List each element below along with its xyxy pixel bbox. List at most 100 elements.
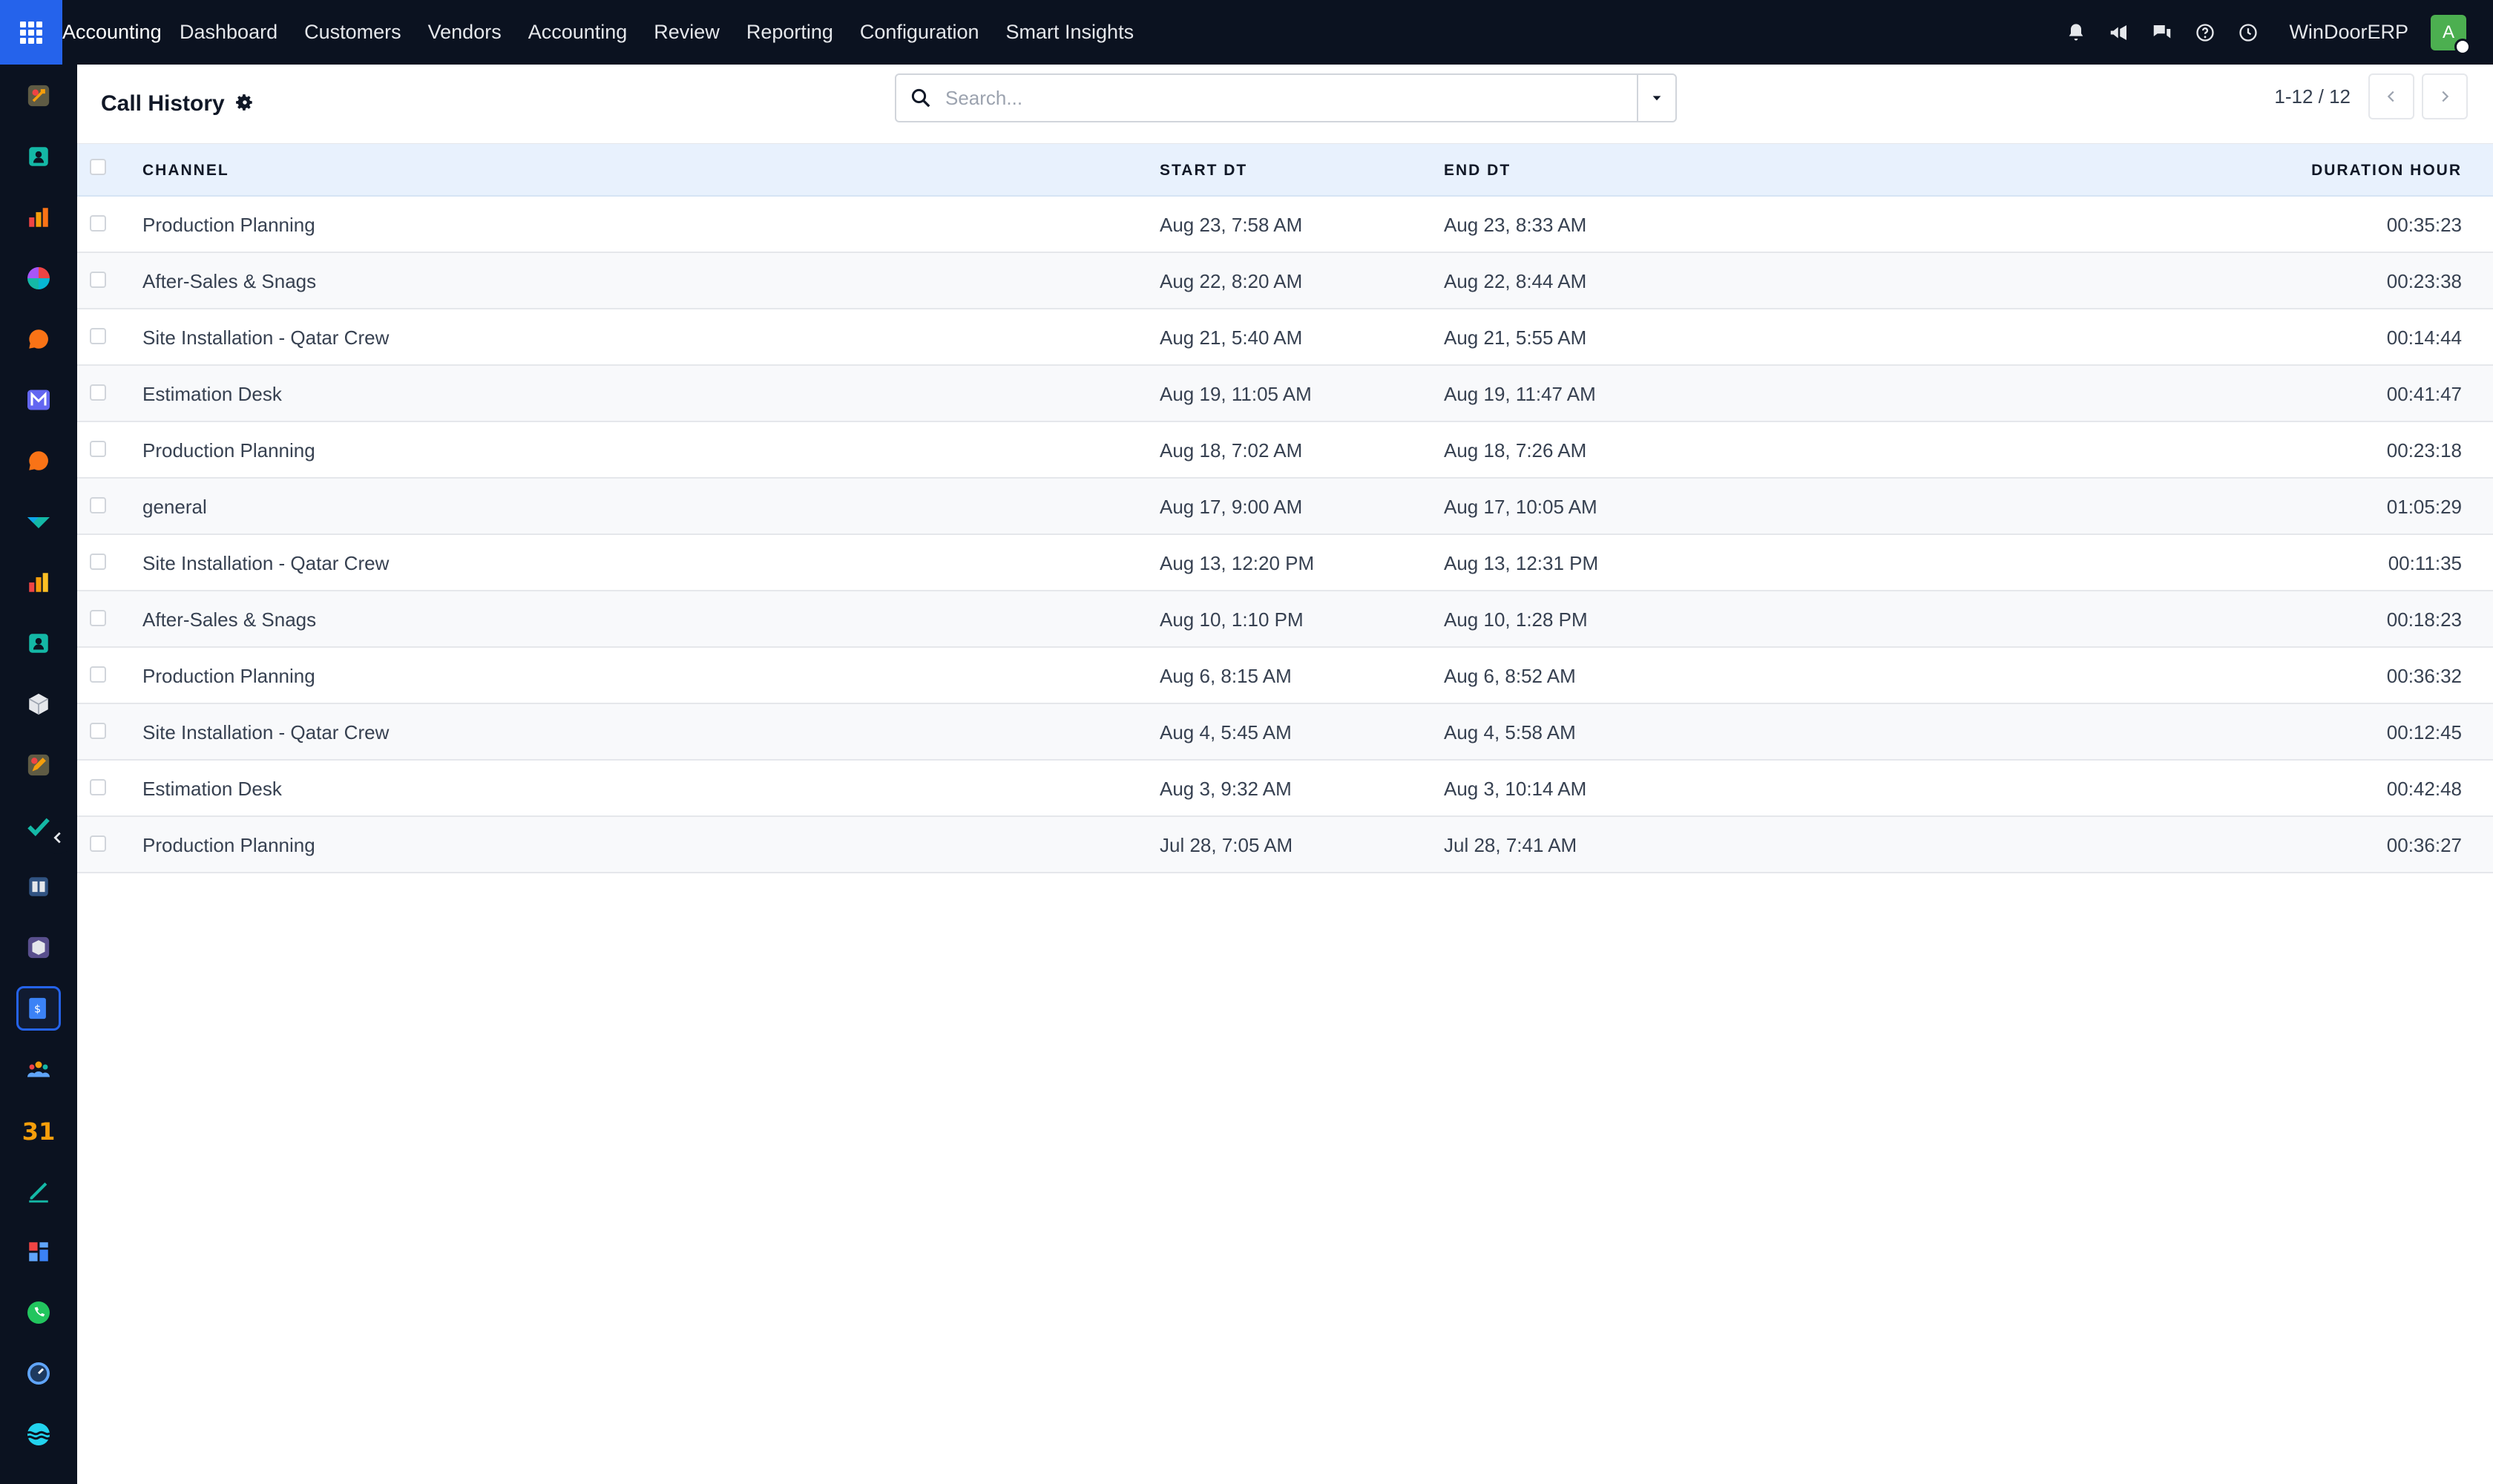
apps-menu-button[interactable] [0, 0, 62, 65]
menu-item-reporting[interactable]: Reporting [746, 21, 833, 44]
table-row[interactable]: Site Installation - Qatar Crew Aug 21, 5:… [77, 309, 2493, 366]
sidebar-app-21[interactable] [16, 1290, 61, 1335]
search-input[interactable] [945, 76, 1637, 120]
company-switcher[interactable]: WinDoorERP [2289, 21, 2408, 44]
table-row[interactable]: Production Planning Aug 18, 7:02 AM Aug 18… [77, 422, 2493, 479]
row-checkbox[interactable] [90, 328, 106, 344]
table-row[interactable]: general Aug 17, 9:00 AM Aug 17, 10:05 AM 01… [77, 479, 2493, 535]
sidebar-app-5[interactable] [16, 317, 61, 361]
cell-start-dt: Aug 4, 5:45 AM [1160, 721, 1292, 743]
clock-app-icon [27, 1362, 50, 1385]
table-row[interactable]: Production Planning Aug 23, 7:58 AM Aug 23… [77, 197, 2493, 253]
cell-start-dt: Aug 17, 9:00 AM [1160, 496, 1303, 518]
column-header-start-dt[interactable]: START DT [1160, 144, 1247, 197]
top-navbar: Accounting Dashboard Customers Vendors A… [0, 0, 2493, 65]
cell-end-dt: Aug 18, 7:26 AM [1444, 439, 1587, 462]
row-checkbox[interactable] [90, 554, 106, 570]
table-row[interactable]: After-Sales & Snags Aug 22, 8:20 AM Aug 22… [77, 253, 2493, 309]
select-all-checkbox[interactable] [90, 159, 106, 175]
search-options-toggle[interactable] [1637, 75, 1675, 121]
sidebar-app-7[interactable] [16, 439, 61, 483]
row-checkbox[interactable] [90, 610, 106, 626]
cell-start-dt: Aug 10, 1:10 PM [1160, 608, 1304, 631]
sidebar-app-3[interactable] [16, 195, 61, 240]
sidebar-app-17[interactable] [16, 1047, 61, 1091]
column-header-end-dt[interactable]: END DT [1444, 144, 1511, 197]
row-checkbox[interactable] [90, 835, 106, 852]
search-icon[interactable] [896, 75, 945, 121]
sidebar-app-12[interactable] [16, 743, 61, 787]
table-row[interactable]: Estimation Desk Aug 3, 9:32 AM Aug 3, 10:1… [77, 761, 2493, 817]
sidebar-app-14[interactable] [16, 864, 61, 909]
menu-item-vendors[interactable]: Vendors [428, 21, 502, 44]
cell-end-dt: Aug 4, 5:58 AM [1444, 721, 1576, 743]
menu-item-dashboard[interactable]: Dashboard [180, 21, 277, 44]
pager-previous-button[interactable] [2368, 73, 2414, 119]
apps-grid-icon [20, 21, 42, 44]
box-app-icon [27, 936, 50, 959]
row-checkbox[interactable] [90, 779, 106, 795]
row-checkbox[interactable] [90, 384, 106, 401]
cell-duration-hour: 00:23:18 [2386, 439, 2462, 462]
gear-icon[interactable] [235, 93, 254, 116]
cell-duration-hour: 00:36:32 [2386, 665, 2462, 687]
whatsapp-app-icon [27, 1301, 50, 1324]
clock-icon[interactable] [2236, 20, 2261, 45]
row-checkbox[interactable] [90, 666, 106, 683]
sidebar-app-9[interactable] [16, 560, 61, 605]
cell-channel: general [142, 496, 207, 518]
search-bar [895, 73, 1677, 122]
sidebar-app-22[interactable] [16, 1351, 61, 1396]
menu-item-review[interactable]: Review [654, 21, 720, 44]
cell-end-dt: Jul 28, 7:41 AM [1444, 834, 1577, 856]
cell-start-dt: Aug 3, 9:32 AM [1160, 778, 1292, 800]
chat-icon[interactable] [2149, 20, 2175, 45]
app-brand[interactable]: Accounting [62, 0, 162, 65]
sidebar-app-19[interactable] [16, 1169, 61, 1213]
contacts-app-icon [29, 147, 48, 166]
cell-end-dt: Aug 17, 10:05 AM [1444, 496, 1597, 518]
sidebar-app-4[interactable] [16, 256, 61, 301]
bell-icon[interactable] [2063, 20, 2089, 45]
pager-value[interactable]: 1-12 / 12 [2274, 85, 2351, 108]
pager-next-button[interactable] [2422, 73, 2468, 119]
sidebar-app-20[interactable] [16, 1229, 61, 1274]
sidebar-app-16[interactable]: $ [16, 986, 61, 1031]
sidebar-app-1[interactable] [16, 73, 61, 118]
sidebar-app-18[interactable]: 31 [16, 1108, 61, 1152]
spark-app-icon [27, 85, 50, 107]
cell-end-dt: Aug 19, 11:47 AM [1444, 383, 1596, 405]
menu-item-accounting[interactable]: Accounting [528, 21, 628, 44]
megaphone-icon[interactable] [2106, 20, 2132, 45]
cell-duration-hour: 00:12:45 [2386, 721, 2462, 743]
chevron-left-icon [53, 832, 61, 844]
menu-item-smart-insights[interactable]: Smart Insights [1006, 21, 1134, 44]
table-row[interactable]: Production Planning Aug 6, 8:15 AM Aug 6, … [77, 648, 2493, 704]
menu-item-configuration[interactable]: Configuration [860, 21, 979, 44]
row-checkbox[interactable] [90, 723, 106, 739]
table-row[interactable]: Estimation Desk Aug 19, 11:05 AM Aug 19, 1… [77, 366, 2493, 422]
table-row[interactable]: After-Sales & Snags Aug 10, 1:10 PM Aug 10… [77, 591, 2493, 648]
sidebar-app-8[interactable] [16, 499, 61, 544]
row-checkbox[interactable] [90, 441, 106, 457]
sidebar-app-11[interactable] [16, 682, 61, 726]
sidebar-collapse-button[interactable] [42, 821, 74, 854]
sidebar-app-2[interactable] [16, 134, 61, 179]
menu-item-customers[interactable]: Customers [304, 21, 401, 44]
sidebar-app-6[interactable] [16, 378, 61, 422]
user-avatar[interactable]: A [2431, 14, 2471, 55]
table-row[interactable]: Production Planning Jul 28, 7:05 AM Jul 28… [77, 817, 2493, 873]
sidebar-app-23[interactable] [16, 1412, 61, 1457]
row-checkbox[interactable] [90, 215, 106, 232]
row-checkbox[interactable] [90, 497, 106, 513]
table-row[interactable]: Site Installation - Qatar Crew Aug 4, 5:4… [77, 704, 2493, 761]
cell-duration-hour: 00:41:47 [2386, 383, 2462, 405]
sidebar-app-15[interactable] [16, 925, 61, 970]
column-header-channel[interactable]: CHANNEL [142, 144, 229, 197]
row-checkbox[interactable] [90, 272, 106, 288]
help-icon[interactable] [2193, 20, 2218, 45]
bars-app-icon [29, 573, 48, 592]
table-row[interactable]: Site Installation - Qatar Crew Aug 13, 12… [77, 535, 2493, 591]
sidebar-app-10[interactable] [16, 621, 61, 666]
column-header-duration-hour[interactable]: DURATION HOUR [2311, 144, 2462, 197]
